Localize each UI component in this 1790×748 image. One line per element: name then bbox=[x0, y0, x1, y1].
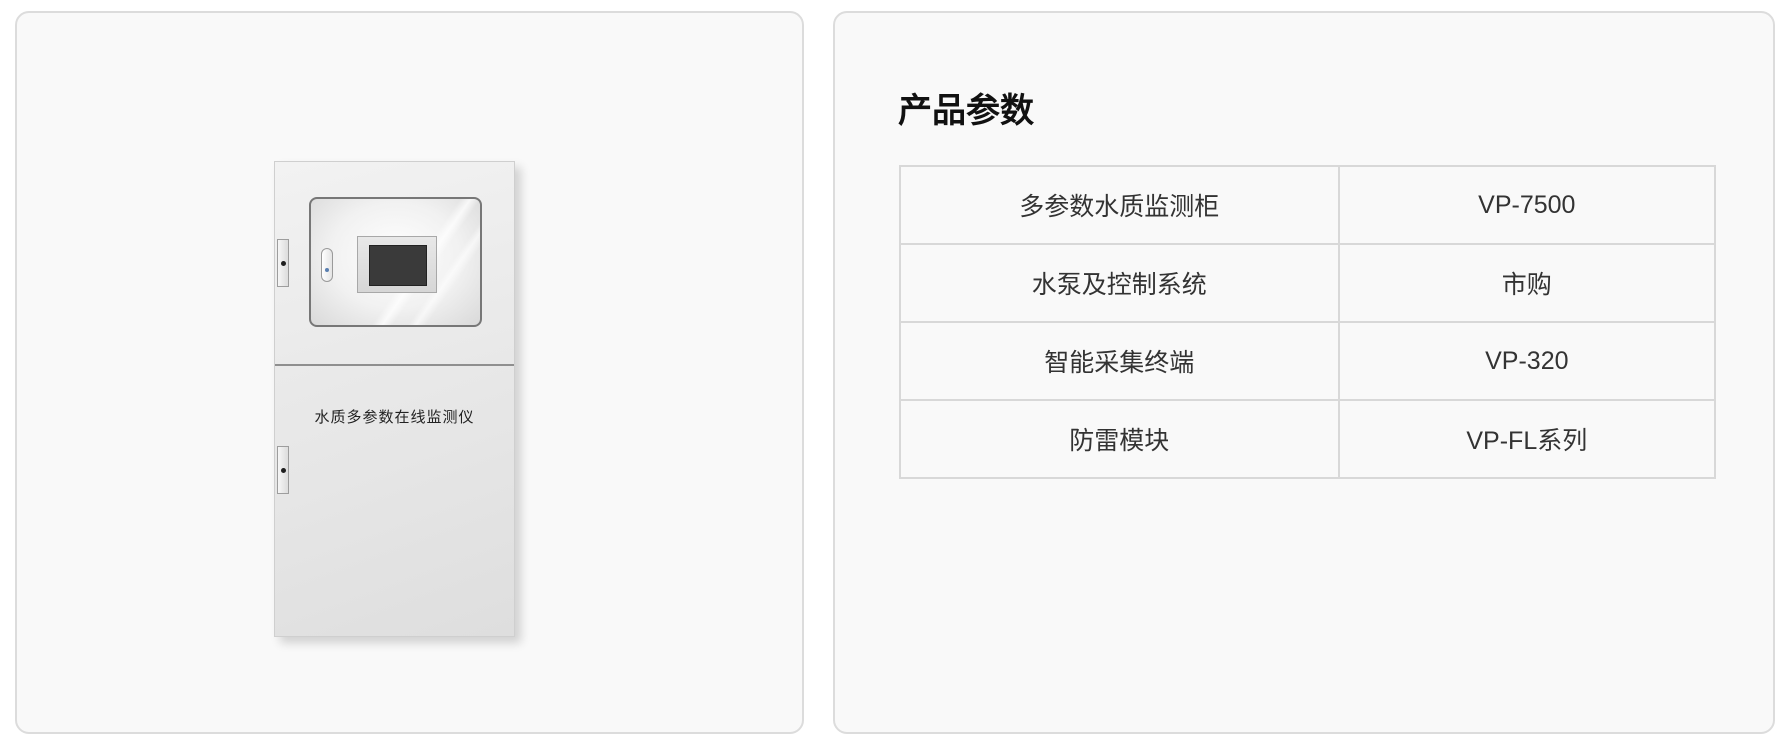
table-row: 多参数水质监测柜 VP-7500 bbox=[899, 165, 1717, 245]
display-bezel bbox=[357, 236, 437, 293]
product-params-panel: 产品参数 多参数水质监测柜 VP-7500 水泵及控制系统 市购 智能采集终端 … bbox=[833, 11, 1775, 734]
cabinet-label: 水质多参数在线监测仪 bbox=[314, 408, 475, 426]
param-name: 多参数水质监测柜 bbox=[899, 165, 1340, 245]
params-title: 产品参数 bbox=[898, 92, 1034, 130]
param-value: VP-FL系列 bbox=[1337, 399, 1717, 479]
param-name: 智能采集终端 bbox=[899, 321, 1340, 401]
params-table: 多参数水质监测柜 VP-7500 水泵及控制系统 市购 智能采集终端 VP-32… bbox=[899, 165, 1717, 479]
display-screen bbox=[369, 245, 427, 286]
param-name: 防雷模块 bbox=[899, 399, 1340, 479]
door-handle-lower-icon bbox=[277, 446, 289, 494]
param-value: VP-320 bbox=[1337, 321, 1717, 401]
cabinet-upper-door bbox=[275, 162, 514, 366]
table-row: 防雷模块 VP-FL系列 bbox=[899, 399, 1717, 479]
table-row: 水泵及控制系统 市购 bbox=[899, 243, 1717, 323]
door-handle-upper-icon bbox=[277, 239, 289, 287]
monitoring-cabinet-image: 水质多参数在线监测仪 bbox=[274, 161, 515, 637]
table-row: 智能采集终端 VP-320 bbox=[899, 321, 1717, 401]
param-name: 水泵及控制系统 bbox=[899, 243, 1340, 323]
cabinet-window bbox=[309, 197, 482, 327]
param-value: 市购 bbox=[1337, 243, 1717, 323]
param-value: VP-7500 bbox=[1337, 165, 1717, 245]
product-image-panel: 水质多参数在线监测仪 bbox=[15, 11, 804, 734]
window-latch-icon bbox=[321, 248, 333, 282]
